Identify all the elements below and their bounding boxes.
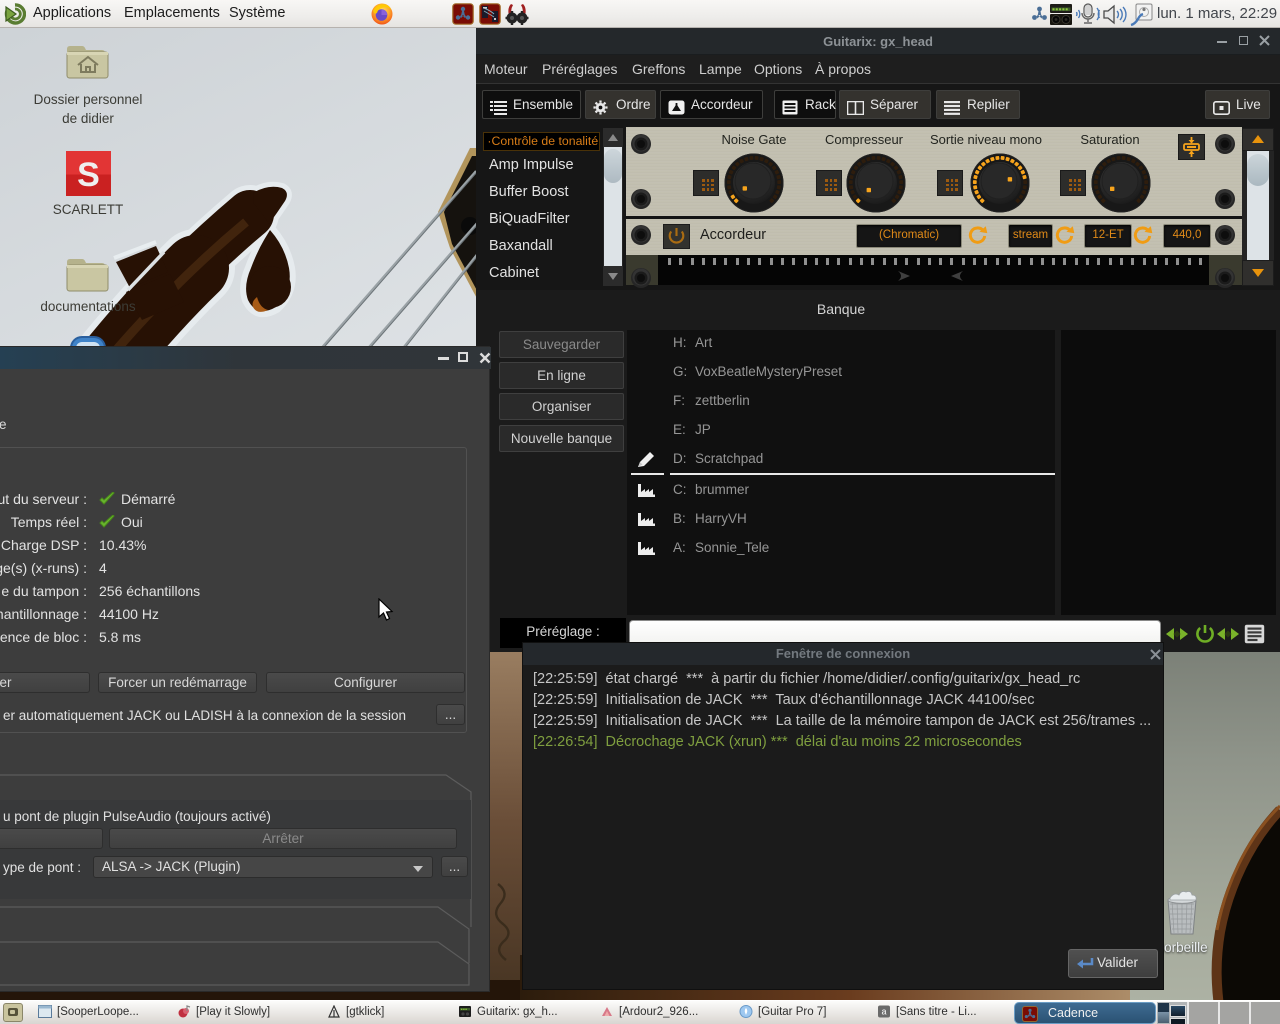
svg-text:a: a (881, 1007, 886, 1017)
